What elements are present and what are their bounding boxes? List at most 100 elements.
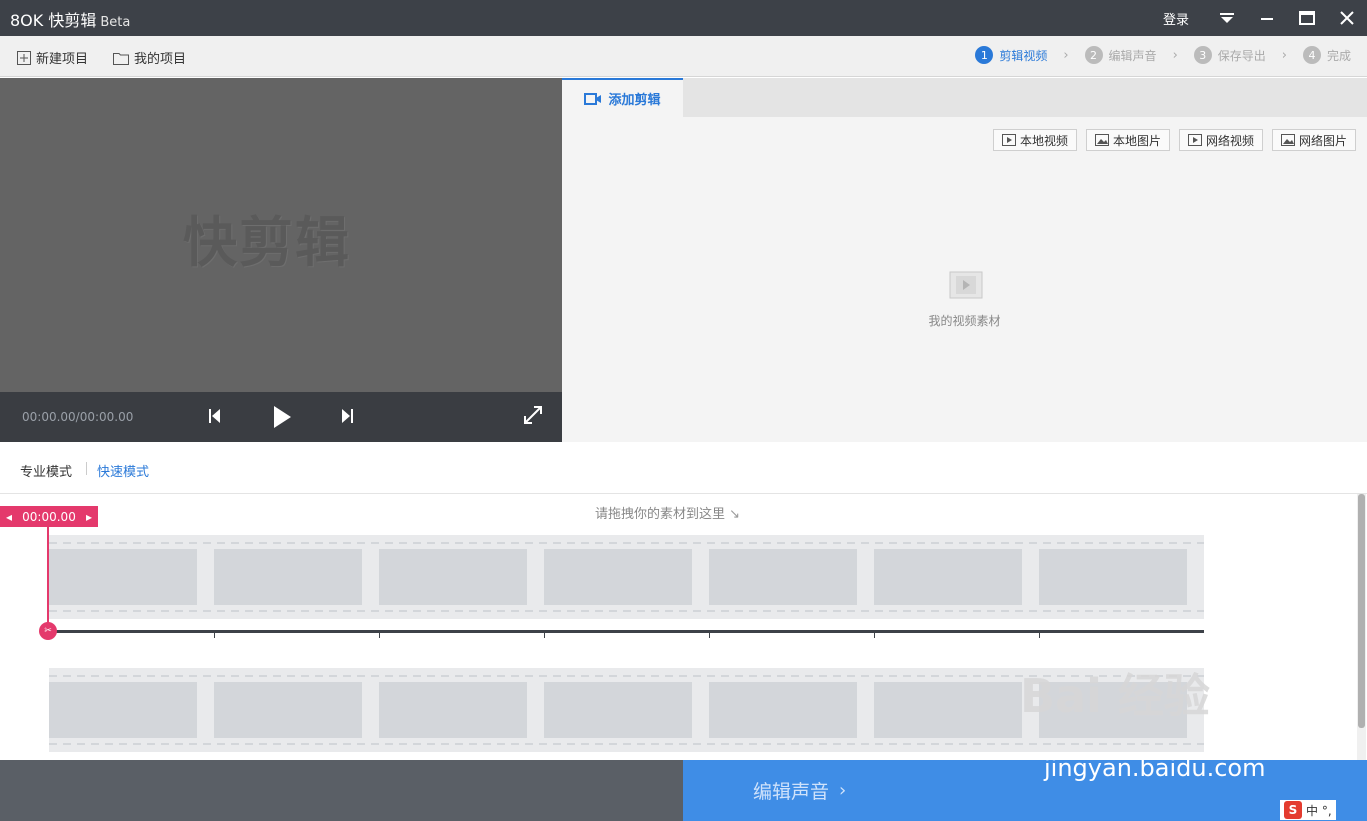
title-bar: 8OK 快剪辑 Beta 登录	[0, 0, 1367, 36]
playhead-time-badge[interactable]: ◂ 00:00.00 ▸	[0, 506, 98, 527]
mode-divider	[86, 462, 87, 475]
local-video-button[interactable]: 本地视频	[992, 129, 1077, 151]
curved-arrow-icon: ↘	[729, 507, 741, 522]
pro-mode-tab[interactable]: 专业模式	[20, 461, 72, 480]
step-label: 保存导出	[1217, 48, 1266, 63]
web-video-icon	[1187, 134, 1202, 146]
web-image-icon	[1280, 134, 1295, 146]
drag-hint-label: 请拖拽你的素材到这里	[595, 507, 726, 522]
video-track[interactable]	[49, 535, 1204, 619]
scissors-icon[interactable]: ✂	[39, 622, 57, 640]
minimize-button[interactable]	[1247, 0, 1287, 36]
step-progress: 1 剪辑视频 › 2 编辑声音 › 3 保存导出 › 4 完成	[975, 46, 1351, 64]
playback-controls: 00:00.00/00:00.00	[0, 392, 562, 442]
playhead-line[interactable]	[47, 527, 49, 630]
clip-panel: 添加剪辑 本地视频 本地图片 网络视频 网络图片 我的视频素材	[562, 78, 1367, 442]
close-button[interactable]	[1327, 0, 1367, 36]
fullscreen-button[interactable]	[522, 404, 544, 426]
web-image-label: 网络图片	[1298, 133, 1347, 148]
track-frame-placeholder	[1039, 549, 1187, 605]
ruler-tick	[1039, 633, 1040, 638]
folder-icon	[113, 52, 129, 65]
step-number: 3	[1193, 46, 1212, 64]
skip-forward-icon	[342, 409, 353, 423]
track-frame-placeholder	[544, 682, 692, 738]
edit-audio-label: 编辑声音	[753, 781, 830, 803]
minimize-icon	[1261, 18, 1273, 20]
step-label: 剪辑视频	[999, 48, 1048, 63]
playback-time: 00:00.00/00:00.00	[22, 410, 134, 424]
previous-frame-button[interactable]	[205, 404, 225, 428]
preview-watermark-logo: 快剪辑	[183, 211, 351, 274]
playhead-time: 00:00.00	[22, 509, 76, 524]
step-4[interactable]: 4 完成	[1302, 46, 1351, 64]
track-frame-placeholder	[49, 682, 197, 738]
toolbar: 新建项目 我的项目 1 剪辑视频 › 2 编辑声音 › 3 保存导出 › 4 完成	[0, 36, 1367, 77]
new-project-label: 新建项目	[36, 52, 89, 67]
video-camera-icon	[584, 92, 602, 105]
timeline-scrollbar[interactable]	[1357, 494, 1366, 760]
chevron-right-icon: ›	[1281, 47, 1287, 63]
fast-mode-tab[interactable]: 快速模式	[97, 461, 149, 480]
video-preview: 快剪辑	[0, 78, 562, 392]
local-image-button[interactable]: 本地图片	[1085, 129, 1170, 151]
sogou-ime-icon: S	[1284, 801, 1302, 819]
video-file-icon	[1001, 134, 1016, 146]
app-logo-text: 8OK 快剪辑	[10, 11, 97, 30]
close-icon	[1340, 11, 1354, 25]
maximize-button[interactable]	[1287, 0, 1327, 36]
dropdown-menu-button[interactable]	[1207, 0, 1247, 36]
timeline-ruler	[49, 630, 1204, 633]
track-frame-placeholder	[544, 549, 692, 605]
footer-left	[0, 760, 683, 821]
scrollbar-thumb[interactable]	[1358, 494, 1365, 728]
drag-hint-text: 请拖拽你的素材到这里 ↘	[595, 503, 740, 522]
track-perforation	[49, 743, 1204, 745]
track-frame-placeholder	[874, 549, 1022, 605]
track-frame-placeholder	[709, 549, 857, 605]
local-video-label: 本地视频	[1019, 133, 1068, 148]
next-frame-button[interactable]	[337, 404, 357, 428]
source-buttons: 本地视频 本地图片 网络视频 网络图片	[984, 129, 1356, 151]
step-3[interactable]: 3 保存导出	[1193, 46, 1266, 64]
play-button[interactable]	[270, 404, 294, 430]
step-number: 4	[1302, 46, 1321, 64]
app-logo: 8OK 快剪辑 Beta	[10, 7, 130, 31]
beta-label: Beta	[100, 15, 131, 30]
step-1[interactable]: 1 剪辑视频	[975, 46, 1047, 64]
track-frame-placeholder	[214, 549, 362, 605]
new-project-button[interactable]: 新建项目	[16, 48, 88, 67]
caret-right-icon[interactable]: ▸	[86, 510, 92, 524]
chevron-right-icon: ›	[1172, 47, 1178, 63]
track-frame-placeholder	[379, 549, 527, 605]
web-video-button[interactable]: 网络视频	[1178, 129, 1263, 151]
baidu-brand: Bai 经验	[1020, 669, 1210, 723]
ime-toolbar[interactable]: S 中 °,	[1280, 800, 1336, 820]
menu-dropdown-icon	[1220, 13, 1234, 23]
plus-box-icon	[17, 50, 31, 65]
chevron-right-icon: ›	[839, 780, 847, 801]
image-file-icon	[1094, 134, 1109, 146]
mode-bar: 专业模式 快速模式	[0, 442, 1367, 494]
track-frame-placeholder	[49, 549, 197, 605]
tab-add-clip-label: 添加剪辑	[608, 93, 661, 108]
film-icon	[949, 271, 983, 302]
caret-left-icon[interactable]: ◂	[6, 510, 12, 524]
login-link[interactable]: 登录	[1163, 9, 1189, 28]
step-number: 1	[975, 46, 994, 64]
track-perforation	[49, 610, 1204, 612]
skip-back-icon	[209, 409, 220, 423]
clip-tabbar: 添加剪辑	[562, 78, 1367, 117]
my-projects-button[interactable]: 我的项目	[112, 48, 186, 67]
ruler-tick	[709, 633, 710, 638]
chevron-right-icon: ›	[1063, 47, 1069, 63]
web-image-button[interactable]: 网络图片	[1271, 129, 1356, 151]
ruler-tick	[214, 633, 215, 638]
ruler-tick	[379, 633, 380, 638]
tab-add-clip[interactable]: 添加剪辑	[562, 78, 683, 117]
step-label: 编辑声音	[1108, 48, 1157, 63]
step-label: 完成	[1326, 48, 1351, 63]
baidu-url: jingyan.baidu.com	[1044, 754, 1266, 782]
track-frame-placeholder	[379, 682, 527, 738]
step-2[interactable]: 2 编辑声音	[1084, 46, 1157, 64]
